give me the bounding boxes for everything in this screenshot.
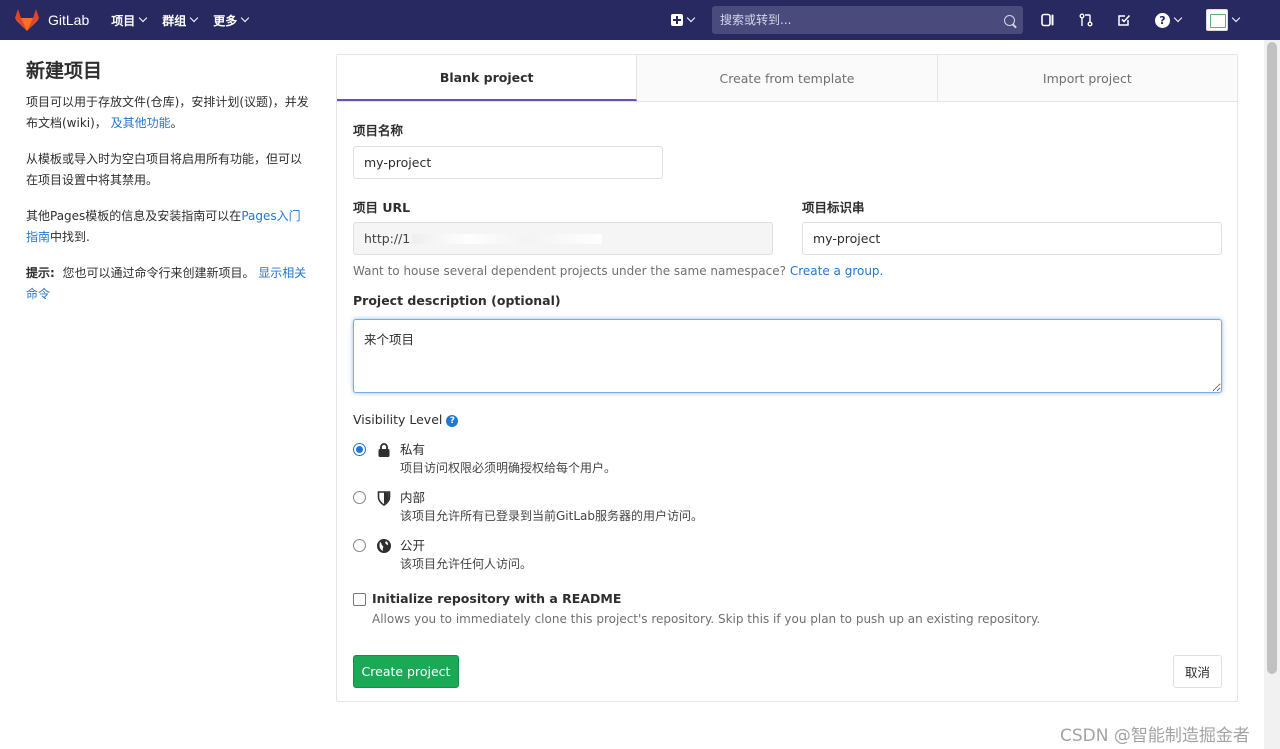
search-box <box>712 6 1023 34</box>
project-url-field[interactable]: http://1 <box>353 222 773 255</box>
nav-more-dropdown[interactable]: 更多 <box>213 12 250 29</box>
lock-icon <box>378 443 390 457</box>
search-input[interactable] <box>720 13 1004 27</box>
page-title: 新建项目 <box>26 60 103 82</box>
search-icon[interactable] <box>1004 14 1015 26</box>
issues-icon <box>1041 13 1054 27</box>
visibility-text-public: 公开 该项目允许任何人访问。 <box>400 537 532 573</box>
search-bar <box>712 0 1023 40</box>
tip-text: 您也可以通过命令行来创建新项目。 <box>62 266 255 280</box>
gitlab-logo-icon <box>15 9 39 31</box>
nav-groups-label: 群组 <box>162 13 187 28</box>
sidebar-pages-note: 其他Pages模板的信息及安装指南可以在Pages入门指南中找到. <box>26 206 312 248</box>
create-group-link[interactable]: Create a group. <box>790 264 884 278</box>
globe-icon <box>377 539 391 553</box>
watermark: CSDN @智能制造掘金者 <box>1060 726 1250 746</box>
sidebar-intro: 项目可以用于存放文件(仓库)，安排计划(议题)，并发布文档(wiki)， 及其他… <box>26 92 312 134</box>
sidebar-tip: 提示: 您也可以通过命令行来创建新项目。 显示相关命令 <box>26 263 312 305</box>
chevron-down-icon <box>686 13 695 23</box>
visibility-radio-public[interactable] <box>353 539 366 552</box>
issues-button[interactable] <box>1036 0 1060 40</box>
visibility-title: 公开 <box>400 538 426 553</box>
plus-square-icon <box>670 14 683 26</box>
visibility-option-public[interactable]: 公开 该项目允许任何人访问。 <box>353 537 532 573</box>
new-dropdown-button[interactable] <box>664 0 700 40</box>
project-tabs: Blank project Create from template Impor… <box>337 55 1237 102</box>
sidebar-template-note: 从模板或导入时为空白项目将启用所有功能，但可以在项目设置中将其禁用。 <box>26 152 303 187</box>
sidebar-intro-end: 。 <box>170 116 183 130</box>
nav-projects-label: 项目 <box>111 13 136 28</box>
visibility-heading: Visibility Level? <box>353 412 459 427</box>
visibility-option-private[interactable]: 私有 项目访问权限必须明确授权给每个用户。 <box>353 441 616 477</box>
chevron-down-icon <box>1173 13 1183 23</box>
nav-projects-dropdown[interactable]: 项目 <box>111 12 148 29</box>
scrollbar-thumb[interactable] <box>1267 42 1277 674</box>
visibility-desc: 该项目允许任何人访问。 <box>400 557 533 571</box>
group-hint: Want to house several dependent projects… <box>353 264 883 278</box>
visibility-desc: 该项目允许所有已登录到当前GitLab服务器的用户访问。 <box>400 509 703 523</box>
create-project-button[interactable]: Create project <box>353 655 459 688</box>
new-project-panel: Blank project Create from template Impor… <box>336 54 1238 702</box>
top-navbar: GitLab 项目 群组 更多 ? <box>0 0 1280 40</box>
visibility-radio-internal[interactable] <box>353 491 366 504</box>
sidebar-pages-end: 中找到. <box>50 230 90 244</box>
visibility-label: Visibility Level <box>353 412 443 427</box>
project-name-input[interactable]: my-project <box>353 146 663 179</box>
nav-groups-dropdown[interactable]: 群组 <box>162 12 199 29</box>
description-label: Project description (optional) <box>353 293 561 308</box>
description-textarea[interactable] <box>353 319 1222 393</box>
visibility-option-internal[interactable]: 内部 该项目允许所有已登录到当前GitLab服务器的用户访问。 <box>353 489 703 525</box>
todo-check-icon <box>1118 14 1131 26</box>
project-url-value: http://1 <box>364 231 411 246</box>
redacted-url-mark <box>412 233 603 244</box>
visibility-title: 内部 <box>400 490 426 505</box>
brand-name: GitLab <box>48 12 90 28</box>
visibility-text-private: 私有 项目访问权限必须明确授权给每个用户。 <box>400 441 616 477</box>
visibility-title: 私有 <box>400 442 426 457</box>
user-menu-dropdown[interactable] <box>1200 0 1244 40</box>
project-url-label: 项目 URL <box>353 200 411 215</box>
visibility-radio-private[interactable] <box>353 443 366 456</box>
other-features-link[interactable]: 及其他功能 <box>111 116 171 130</box>
avatar <box>1205 9 1228 31</box>
help-icon[interactable]: ? <box>446 415 459 427</box>
page-scrollbar[interactable] <box>1264 40 1280 749</box>
visibility-desc: 项目访问权限必须明确授权给每个用户。 <box>400 461 617 475</box>
sidebar-pages-text: 其他Pages模板的信息及安装指南可以在 <box>26 209 242 223</box>
readme-checkbox[interactable] <box>353 593 366 606</box>
visibility-text-internal: 内部 该项目允许所有已登录到当前GitLab服务器的用户访问。 <box>400 489 703 525</box>
group-hint-text: Want to house several dependent projects… <box>353 264 787 278</box>
project-slug-label: 项目标识串 <box>802 200 865 215</box>
tab-import-project[interactable]: Import project <box>937 55 1237 101</box>
project-slug-input[interactable]: my-project <box>802 222 1222 255</box>
merge-request-icon <box>1079 13 1093 27</box>
sidebar: 新建项目 项目可以用于存放文件(仓库)，安排计划(议题)，并发布文档(wiki)… <box>26 56 312 320</box>
chevron-down-icon <box>241 13 250 23</box>
shield-icon <box>377 491 391 506</box>
todos-button[interactable] <box>1112 0 1136 40</box>
nav-menu: 项目 群组 更多 <box>111 0 264 40</box>
chevron-down-icon <box>139 13 148 23</box>
help-icon: ? <box>1155 12 1170 28</box>
brand-link[interactable]: GitLab <box>14 0 89 40</box>
nav-more-label: 更多 <box>213 13 238 28</box>
chevron-down-icon <box>190 13 199 23</box>
chevron-down-icon <box>1231 13 1240 23</box>
tab-create-from-template[interactable]: Create from template <box>637 55 938 101</box>
readme-label[interactable]: Initialize repository with a README <box>372 591 621 606</box>
readme-description: Allows you to immediately clone this pro… <box>372 612 1041 626</box>
tip-label: 提示: <box>26 266 55 280</box>
merge-requests-button[interactable] <box>1074 0 1098 40</box>
tab-blank-project[interactable]: Blank project <box>337 55 638 101</box>
project-name-label: 项目名称 <box>353 123 404 138</box>
help-dropdown[interactable]: ? <box>1148 0 1188 40</box>
cancel-button[interactable]: 取消 <box>1173 655 1222 688</box>
